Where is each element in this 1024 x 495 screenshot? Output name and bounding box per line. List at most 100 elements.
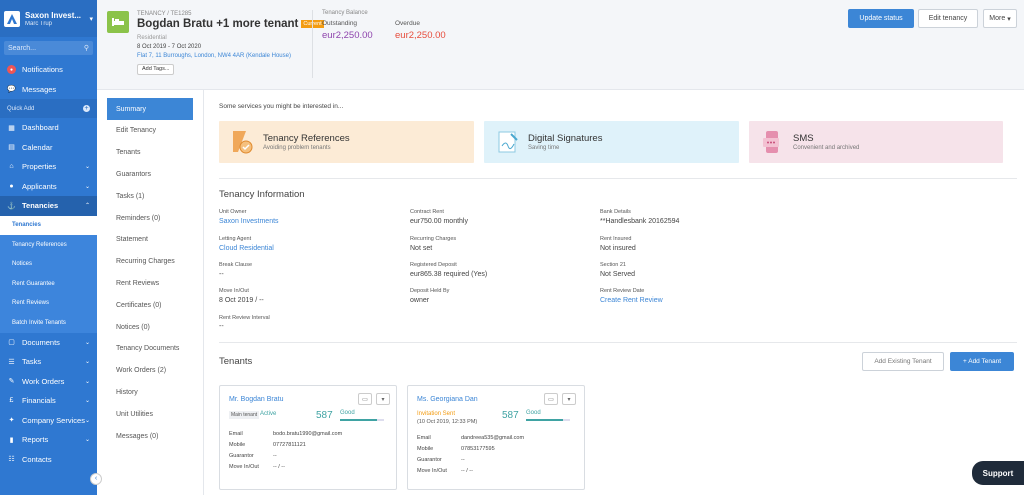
tenant-card: Ms. Georgiana Dan ▭ ▾ Invitation Sent (1… — [407, 385, 585, 490]
more-label: More — [989, 15, 1006, 22]
field-label: Move In/Out — [229, 464, 259, 470]
sidebar-item-reports[interactable]: ▮ Reports ⌄ — [0, 430, 97, 450]
tenant-name-link[interactable]: Mr. Bogdan Bratu — [229, 396, 283, 403]
tenancy-dates: 8 Oct 2019 - 7 Oct 2020 — [137, 44, 202, 50]
field-label: Email — [417, 435, 431, 441]
service-sms[interactable]: SMS Convenient and archived — [749, 121, 1003, 163]
chevron-down-icon: ▾ — [1007, 15, 1011, 23]
add-tags-button[interactable]: Add Tags... — [137, 64, 175, 75]
field-label: Unit Owner — [219, 209, 247, 215]
document-icon[interactable]: ▭ — [358, 393, 372, 405]
sidebar-item-properties[interactable]: ⌂ Properties ⌄ — [0, 157, 97, 177]
tab-tasks[interactable]: Tasks (1) — [97, 185, 203, 207]
sidebar-item-applicants[interactable]: ● Applicants ⌄ — [0, 177, 97, 197]
sidebar-item-label: Messages — [22, 84, 57, 94]
more-button[interactable]: More ▾ — [983, 9, 1017, 28]
tab-tenancy-documents[interactable]: Tenancy Documents — [97, 338, 203, 360]
credit-score-bar-fill — [340, 419, 378, 421]
sidebar-item-documents[interactable]: ▢ Documents ⌄ — [0, 333, 97, 353]
field-label: Email — [229, 431, 243, 437]
add-tenant-button[interactable]: + Add Tenant — [950, 352, 1014, 371]
quick-add[interactable]: Quick Add + — [0, 99, 97, 118]
tenancy-info-title: Tenancy Information — [219, 189, 305, 200]
sidebar-subitem-tenancies[interactable]: Tenancies — [0, 215, 97, 235]
tab-certificates[interactable]: Certificates (0) — [97, 294, 203, 316]
bank-details-value: **Handlesbank 20162594 — [600, 218, 680, 225]
tab-recurring-charges[interactable]: Recurring Charges — [97, 251, 203, 273]
sidebar-subitem-notices[interactable]: Notices — [0, 254, 97, 274]
sidebar-subitem-batch-invite-tenants[interactable]: Batch Invite Tenants — [0, 313, 97, 333]
collapse-sidebar-icon[interactable]: ‹ — [90, 473, 102, 485]
field-label: Move In/Out — [219, 288, 249, 294]
sidebar-item-work-orders[interactable]: ✎ Work Orders ⌄ — [0, 372, 97, 392]
chat-icon: 💬 — [7, 86, 16, 94]
chevron-down-icon[interactable]: ▾ — [562, 393, 576, 405]
sidebar-subitem-rent-guarantee[interactable]: Rent Guarantee — [0, 274, 97, 294]
sidebar-item-messages[interactable]: 💬 Messages — [0, 80, 97, 100]
tab-edit-tenancy[interactable]: Edit Tenancy — [97, 120, 203, 142]
tab-rent-reviews[interactable]: Rent Reviews — [97, 273, 203, 295]
credit-score: 587 — [502, 410, 519, 421]
unit-owner-link[interactable]: Saxon Investments — [219, 218, 279, 225]
create-rent-review-link[interactable]: Create Rent Review — [600, 297, 663, 304]
edit-tenancy-button[interactable]: Edit tenancy — [918, 9, 978, 28]
registered-deposit-value: eur865.38 required (Yes) — [410, 271, 488, 278]
quick-add-label: Quick Add — [7, 105, 35, 112]
divider — [219, 342, 1017, 343]
divider — [312, 10, 313, 78]
sidebar-item-label: Reports — [22, 435, 49, 445]
tab-reminders[interactable]: Reminders (0) — [97, 207, 203, 229]
letting-agent-link[interactable]: Cloud Residential — [219, 245, 274, 252]
sidebar-item-notifications[interactable]: ● Notifications — [0, 60, 97, 80]
chevron-down-icon: ⌄ — [84, 437, 90, 444]
brand-switcher[interactable]: Saxon Invest... Marc Trup ▾ — [0, 0, 97, 37]
tab-statement[interactable]: Statement — [97, 229, 203, 251]
balance-title: Tenancy Balance — [322, 10, 368, 16]
sidebar-item-calendar[interactable]: ▤ Calendar — [0, 138, 97, 158]
tab-tenants[interactable]: Tenants — [97, 142, 203, 164]
tab-summary[interactable]: Summary — [107, 98, 193, 120]
service-name: Tenancy References — [263, 133, 350, 144]
outstanding-value: eur2,250.00 — [322, 30, 373, 41]
sidebar-item-financials[interactable]: £ Financials ⌄ — [0, 391, 97, 411]
tenancy-title: Bogdan Bratu +1 more tenant — [137, 18, 299, 30]
tab-messages[interactable]: Messages (0) — [97, 425, 203, 447]
chevron-down-icon[interactable]: ▾ — [376, 393, 390, 405]
service-digital-signatures[interactable]: Digital Signatures Saving time — [484, 121, 739, 163]
company-logo-icon — [4, 10, 20, 27]
sidebar-subitem-tenancy-references[interactable]: Tenancy References — [0, 235, 97, 255]
tab-notices[interactable]: Notices (0) — [97, 316, 203, 338]
plus-icon[interactable]: + — [83, 105, 90, 112]
sidebar-item-tenancies[interactable]: ⚓ Tenancies ⌃ — [0, 196, 97, 216]
add-existing-tenant-button[interactable]: Add Existing Tenant — [862, 352, 944, 371]
property-address-link[interactable]: Flat 7, 11 Burroughs, London, NW4 4AR (K… — [137, 53, 291, 59]
sidebar-search-input[interactable]: Search... ⚲ — [4, 41, 93, 55]
tab-unit-utilities[interactable]: Unit Utilities — [97, 403, 203, 425]
sms-icon — [759, 128, 787, 156]
credit-score-label: Good — [340, 410, 355, 416]
main-content: Some services you might be interested in… — [204, 90, 1024, 495]
field-label: Mobile — [417, 446, 434, 452]
chevron-down-icon: ⌄ — [84, 359, 90, 366]
tab-guarantors[interactable]: Guarantors — [97, 164, 203, 186]
sidebar-item-dashboard[interactable]: ▦ Dashboard — [0, 118, 97, 138]
tab-work-orders[interactable]: Work Orders (2) — [97, 360, 203, 382]
document-icon[interactable]: ▭ — [544, 393, 558, 405]
service-tenancy-references[interactable]: Tenancy References Avoiding problem tena… — [219, 121, 474, 163]
field-label: Mobile — [229, 442, 246, 448]
tenant-name-link[interactable]: Ms. Georgiana Dan — [417, 396, 478, 403]
tab-history[interactable]: History — [97, 382, 203, 404]
support-chat-button[interactable]: Support — [972, 461, 1024, 485]
break-clause-value: -- — [219, 271, 224, 278]
sidebar-item-company-services[interactable]: ✦ Company Services ⌄ — [0, 411, 97, 431]
tenancy-tabs: Summary Edit Tenancy Tenants Guarantors … — [97, 90, 204, 495]
field-label: Move In/Out — [417, 468, 447, 474]
sidebar-subitem-rent-reviews[interactable]: Rent Reviews — [0, 293, 97, 313]
outstanding-label: Outstanding — [322, 20, 358, 27]
update-status-button[interactable]: Update status — [848, 9, 914, 28]
chevron-down-icon: ⌄ — [84, 183, 90, 190]
sidebar-item-tasks[interactable]: ☰ Tasks ⌄ — [0, 352, 97, 372]
chevron-down-icon: ⌄ — [84, 164, 90, 171]
sidebar-item-contacts[interactable]: ☷ Contacts — [0, 450, 97, 470]
contract-rent-value: eur750.00 monthly — [410, 218, 468, 225]
